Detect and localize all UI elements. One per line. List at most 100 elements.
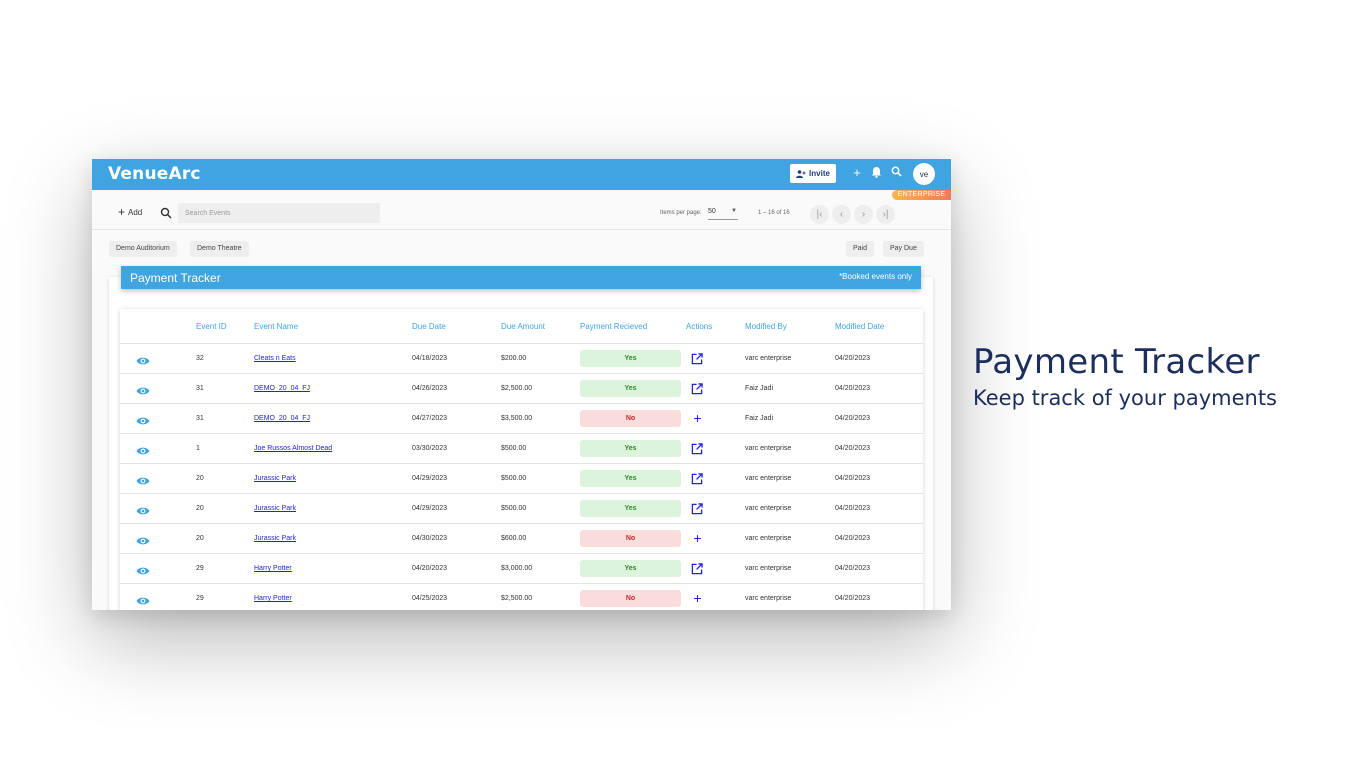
items-per-page-value: 50 xyxy=(708,208,716,215)
view-eye-icon[interactable] xyxy=(136,473,150,485)
view-eye-icon[interactable] xyxy=(136,563,150,575)
due-amount-cell: $500.00 xyxy=(501,475,527,482)
search-icon[interactable] xyxy=(160,207,172,219)
add-label: Add xyxy=(128,207,143,217)
venue-chip[interactable]: Demo Auditorium xyxy=(109,241,177,257)
search-icon[interactable] xyxy=(889,166,903,180)
view-eye-icon[interactable] xyxy=(136,413,150,425)
add-payment-plus-icon[interactable]: + xyxy=(691,531,704,545)
event-name-link[interactable]: DEMO_20_04_FJ xyxy=(254,415,310,422)
status-chip-pay-due[interactable]: Pay Due xyxy=(883,241,924,257)
due-date-cell: 04/29/2023 xyxy=(412,505,448,512)
payments-table: Event ID Event Name Due Date Due Amount … xyxy=(120,309,923,610)
panel-title: Payment Tracker xyxy=(130,271,221,285)
table-row: 31 DEMO_20_04_FJ 04/27/2023 $3,500.00 No + Fai… xyxy=(120,403,923,433)
next-page-button[interactable]: › xyxy=(854,205,873,224)
modified-date-cell: 04/20/2023 xyxy=(835,565,871,572)
modified-by-cell: varc enterprise xyxy=(745,475,792,482)
open-external-icon[interactable] xyxy=(691,502,704,515)
payment-status-badge: Yes xyxy=(580,560,681,577)
venue-chip[interactable]: Demo Theatre xyxy=(190,241,249,257)
event-name-link[interactable]: Harry Potter xyxy=(254,565,292,572)
add-person-icon xyxy=(796,169,806,178)
open-external-icon[interactable] xyxy=(691,472,704,485)
status-chip-paid[interactable]: Paid xyxy=(846,241,875,257)
event-id-cell: 32 xyxy=(196,355,204,362)
event-name-link[interactable]: Jurassic Park xyxy=(254,475,296,482)
modified-date-cell: 04/20/2023 xyxy=(835,535,871,542)
due-amount-cell: $500.00 xyxy=(501,445,527,452)
promo-subtitle: Keep track of your payments xyxy=(973,386,1277,410)
due-date-cell: 04/25/2023 xyxy=(412,595,448,602)
table-row: 31 DEMO_20_04_FJ 04/26/2023 $2,500.00 Yes Fai… xyxy=(120,373,923,403)
bell-icon[interactable] xyxy=(869,166,883,180)
due-date-cell: 04/30/2023 xyxy=(412,535,448,542)
modified-date-cell: 04/20/2023 xyxy=(835,595,871,602)
view-eye-icon[interactable] xyxy=(136,533,150,545)
table-row: 29 Harry Potter 04/20/2023 $3,000.00 Yes varc… xyxy=(120,553,923,583)
payment-status-badge: Yes xyxy=(580,440,681,457)
event-name-link[interactable]: Joe Russos Almost Dead xyxy=(254,445,332,452)
event-id-cell: 31 xyxy=(196,385,204,392)
open-external-icon[interactable] xyxy=(691,562,704,575)
items-per-page-select[interactable]: 50 ▼ xyxy=(708,208,738,220)
view-eye-icon[interactable] xyxy=(136,383,150,395)
modified-date-cell: 04/20/2023 xyxy=(835,415,871,422)
open-external-icon[interactable] xyxy=(691,442,704,455)
event-id-cell: 20 xyxy=(196,535,204,542)
last-page-button[interactable]: ›| xyxy=(876,205,895,224)
payment-status-badge: No xyxy=(580,410,681,427)
pagination-range: 1 – 16 of 16 xyxy=(758,210,790,216)
items-per-page-label: Items per page: xyxy=(660,210,702,216)
app-screenshot: VenueArc Invite + ve ENTERPRISE + Add It… xyxy=(92,159,951,610)
avatar[interactable]: ve xyxy=(913,163,935,185)
event-id-cell: 20 xyxy=(196,475,204,482)
app-logo[interactable]: VenueArc xyxy=(108,164,201,184)
view-eye-icon[interactable] xyxy=(136,503,150,515)
due-date-cell: 04/29/2023 xyxy=(412,475,448,482)
event-name-link[interactable]: Jurassic Park xyxy=(254,505,296,512)
add-event-button[interactable]: + Add xyxy=(118,205,143,219)
event-name-link[interactable]: Cleats n Eats xyxy=(254,355,296,362)
prev-page-button[interactable]: ‹ xyxy=(832,205,851,224)
view-eye-icon[interactable] xyxy=(136,593,150,605)
due-amount-cell: $200.00 xyxy=(501,355,527,362)
event-name-link[interactable]: DEMO_20_04_FJ xyxy=(254,385,310,392)
due-date-cell: 04/27/2023 xyxy=(412,415,448,422)
due-amount-cell: $3,000.00 xyxy=(501,565,533,572)
due-amount-cell: $600.00 xyxy=(501,535,527,542)
open-external-icon[interactable] xyxy=(691,382,704,395)
table-row: 32 Cleats n Eats 04/18/2023 $200.00 Yes varc … xyxy=(120,343,923,373)
table-row: 20 Jurassic Park 04/29/2023 $500.00 Yes varc … xyxy=(120,493,923,523)
add-payment-plus-icon[interactable]: + xyxy=(691,591,704,605)
search-input[interactable] xyxy=(178,203,380,223)
modified-date-cell: 04/20/2023 xyxy=(835,445,871,452)
payment-status-badge: Yes xyxy=(580,380,681,397)
promo-title: Payment Tracker xyxy=(973,342,1260,382)
modified-by-cell: varc enterprise xyxy=(745,445,792,452)
modified-date-cell: 04/20/2023 xyxy=(835,475,871,482)
invite-button[interactable]: Invite xyxy=(790,164,836,183)
add-icon[interactable]: + xyxy=(850,166,864,180)
event-name-link[interactable]: Harry Potter xyxy=(254,595,292,602)
modified-by-cell: varc enterprise xyxy=(745,505,792,512)
column-header-event-name[interactable]: Event Name xyxy=(254,322,298,331)
first-page-button[interactable]: |‹ xyxy=(810,205,829,224)
payment-status-badge: No xyxy=(580,590,681,607)
due-date-cell: 03/30/2023 xyxy=(412,445,448,452)
open-external-icon[interactable] xyxy=(691,352,704,365)
column-header-due-date[interactable]: Due Date xyxy=(412,322,446,331)
column-header-event-id[interactable]: Event ID xyxy=(196,322,227,331)
column-header-modified-date[interactable]: Modified Date xyxy=(835,322,884,331)
column-header-modified-by[interactable]: Modified By xyxy=(745,322,787,331)
event-name-link[interactable]: Jurassic Park xyxy=(254,535,296,542)
view-eye-icon[interactable] xyxy=(136,443,150,455)
table-row: 1 Joe Russos Almost Dead 03/30/2023 $500.00… xyxy=(120,433,923,463)
add-payment-plus-icon[interactable]: + xyxy=(691,411,704,425)
column-header-payment-received[interactable]: Payment Recieved xyxy=(580,322,647,331)
view-eye-icon[interactable] xyxy=(136,353,150,365)
event-id-cell: 20 xyxy=(196,505,204,512)
column-header-due-amount[interactable]: Due Amount xyxy=(501,322,545,331)
plus-icon: + xyxy=(118,205,126,219)
modified-date-cell: 04/20/2023 xyxy=(835,355,871,362)
